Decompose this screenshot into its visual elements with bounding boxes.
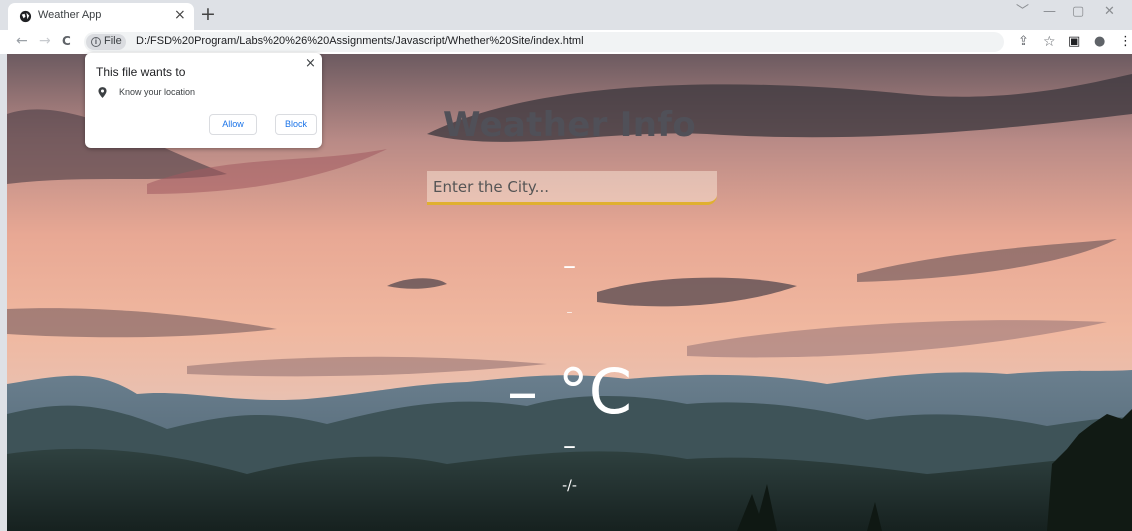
temperature-value: – °C	[507, 355, 632, 428]
minimize-icon[interactable]: —	[1043, 4, 1056, 20]
url-text: D:/FSD%20Program/Labs%20%26%20Assignment…	[136, 35, 584, 47]
forward-icon[interactable]: →	[39, 33, 51, 50]
tab-title: Weather App	[38, 9, 102, 21]
min-max-temperature: -/-	[562, 478, 577, 494]
chip-label: File	[104, 35, 122, 47]
popup-close-icon[interactable]: ×	[305, 56, 316, 72]
browser-toolbar: ← → C i File D:/FSD%20Program/Labs%20%26…	[0, 30, 1132, 54]
location-pin-icon	[98, 87, 107, 98]
menu-icon[interactable]: ⋮	[1119, 34, 1132, 50]
profile-avatar-icon[interactable]: ●	[1094, 34, 1105, 50]
tab-search-icon[interactable]: ﹀	[1016, 4, 1029, 20]
permission-item-location: Know your location	[119, 87, 196, 97]
bookmark-star-icon[interactable]: ☆	[1043, 34, 1056, 50]
maximize-icon[interactable]: ▢	[1072, 4, 1084, 20]
back-icon[interactable]: ←	[16, 33, 28, 50]
popup-title: This file wants to	[96, 65, 186, 79]
browser-window: Weather App × + ﹀ — ▢ ✕ ← → C i File D:/…	[0, 0, 1132, 531]
city-name: –	[563, 251, 576, 281]
city-search-input[interactable]	[427, 171, 717, 205]
tab-weather-app[interactable]: Weather App ×	[8, 3, 194, 30]
allow-button[interactable]: Allow	[209, 114, 257, 135]
reload-icon[interactable]: C	[62, 33, 71, 50]
tab-strip: Weather App × + ﹀ — ▢ ✕	[0, 0, 1132, 30]
block-button[interactable]: Block	[275, 114, 317, 135]
location-permission-popup: This file wants to × Know your location …	[85, 53, 322, 148]
info-icon: i	[91, 37, 101, 47]
side-panel-icon[interactable]: ▣	[1068, 34, 1080, 50]
address-bar[interactable]: i File D:/FSD%20Program/Labs%20%26%20Ass…	[84, 32, 1004, 52]
close-window-icon[interactable]: ✕	[1104, 4, 1115, 20]
share-icon[interactable]: ⇪	[1018, 34, 1029, 50]
tab-close-icon[interactable]: ×	[174, 7, 186, 23]
globe-icon	[19, 10, 32, 23]
site-info-chip[interactable]: i File	[86, 34, 126, 50]
weather-condition: –	[563, 431, 576, 461]
new-tab-button[interactable]: +	[200, 3, 216, 25]
date-text: –	[566, 305, 573, 319]
